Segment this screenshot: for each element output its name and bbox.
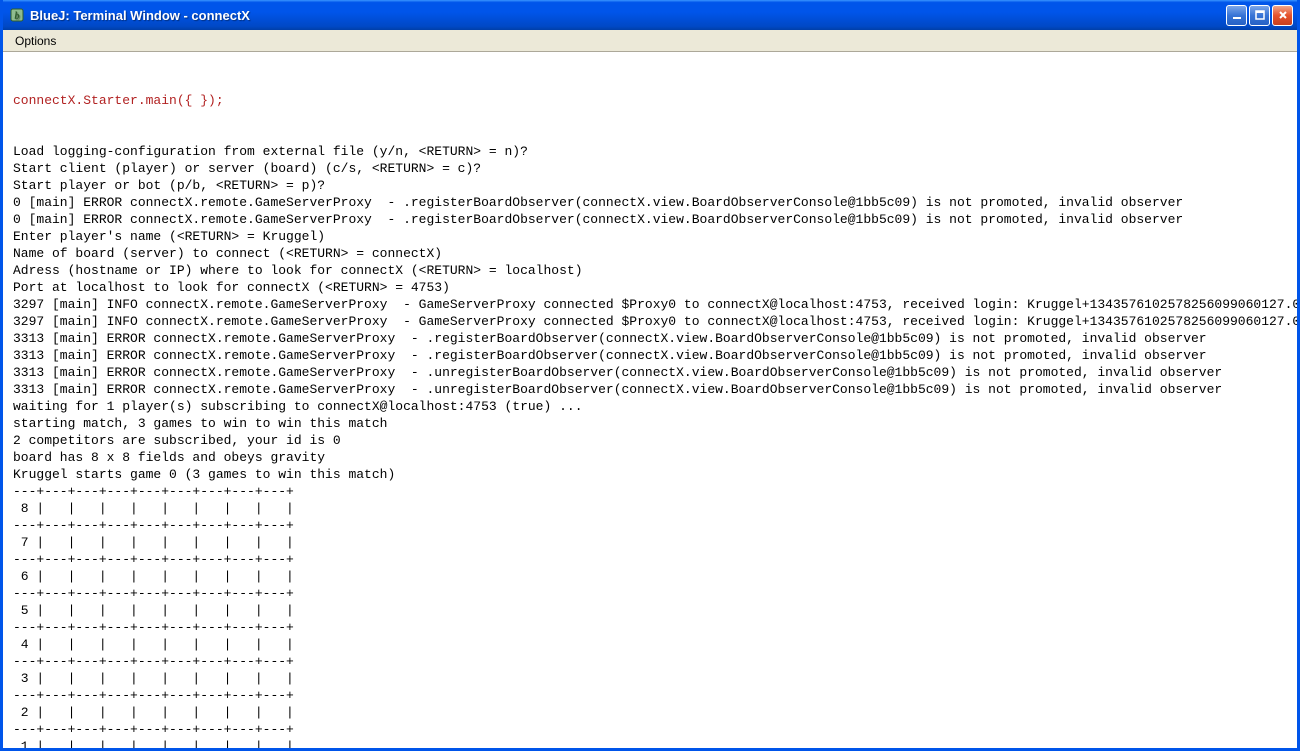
terminal-line: ---+---+---+---+---+---+---+---+---+	[13, 517, 1287, 534]
menubar: Options	[3, 30, 1297, 52]
terminal-line: starting match, 3 games to win to win th…	[13, 415, 1287, 432]
terminal-line: 8 | | | | | | | | |	[13, 500, 1287, 517]
terminal-line: Load logging-configuration from external…	[13, 143, 1287, 160]
terminal-line: 6 | | | | | | | | |	[13, 568, 1287, 585]
terminal-command: connectX.Starter.main({ });	[13, 92, 1287, 109]
terminal-line: Name of board (server) to connect (<RETU…	[13, 245, 1287, 262]
terminal-line: board has 8 x 8 fields and obeys gravity	[13, 449, 1287, 466]
terminal-line: Start client (player) or server (board) …	[13, 160, 1287, 177]
terminal-line: 2 | | | | | | | | |	[13, 704, 1287, 721]
maximize-button[interactable]	[1249, 5, 1270, 26]
terminal-line: ---+---+---+---+---+---+---+---+---+	[13, 551, 1287, 568]
terminal-line: Adress (hostname or IP) where to look fo…	[13, 262, 1287, 279]
terminal-line: Port at localhost to look for connectX (…	[13, 279, 1287, 296]
terminal-line: ---+---+---+---+---+---+---+---+---+	[13, 687, 1287, 704]
terminal-line: ---+---+---+---+---+---+---+---+---+	[13, 721, 1287, 738]
terminal-line: 3313 [main] ERROR connectX.remote.GameSe…	[13, 381, 1287, 398]
close-button[interactable]	[1272, 5, 1293, 26]
terminal-line: 3313 [main] ERROR connectX.remote.GameSe…	[13, 330, 1287, 347]
window-title: BlueJ: Terminal Window - connectX	[30, 8, 1226, 23]
terminal-line: 3313 [main] ERROR connectX.remote.GameSe…	[13, 364, 1287, 381]
terminal-line: 2 competitors are subscribed, your id is…	[13, 432, 1287, 449]
terminal-line: waiting for 1 player(s) subscribing to c…	[13, 398, 1287, 415]
terminal-line: 1 | | | | | | | | |	[13, 738, 1287, 748]
terminal-line: 3297 [main] INFO connectX.remote.GameSer…	[13, 313, 1287, 330]
terminal-line: 0 [main] ERROR connectX.remote.GameServe…	[13, 211, 1287, 228]
terminal-output[interactable]: connectX.Starter.main({ }); Load logging…	[3, 52, 1297, 748]
terminal-line: 7 | | | | | | | | |	[13, 534, 1287, 551]
terminal-line: ---+---+---+---+---+---+---+---+---+	[13, 483, 1287, 500]
app-icon: b	[9, 7, 25, 23]
svg-text:b: b	[15, 11, 20, 22]
app-window: b BlueJ: Terminal Window - connectX Opti…	[0, 0, 1300, 751]
terminal-line: 0 [main] ERROR connectX.remote.GameServe…	[13, 194, 1287, 211]
terminal-line: 3313 [main] ERROR connectX.remote.GameSe…	[13, 347, 1287, 364]
terminal-line: 5 | | | | | | | | |	[13, 602, 1287, 619]
terminal-lines: Load logging-configuration from external…	[13, 143, 1287, 748]
titlebar[interactable]: b BlueJ: Terminal Window - connectX	[3, 0, 1297, 30]
terminal-line: Kruggel starts game 0 (3 games to win th…	[13, 466, 1287, 483]
terminal-line: 3 | | | | | | | | |	[13, 670, 1287, 687]
menu-options[interactable]: Options	[9, 32, 62, 50]
window-controls	[1226, 5, 1293, 26]
terminal-line: ---+---+---+---+---+---+---+---+---+	[13, 585, 1287, 602]
minimize-button[interactable]	[1226, 5, 1247, 26]
terminal-line: Enter player's name (<RETURN> = Kruggel)	[13, 228, 1287, 245]
terminal-line: ---+---+---+---+---+---+---+---+---+	[13, 619, 1287, 636]
terminal-line: ---+---+---+---+---+---+---+---+---+	[13, 653, 1287, 670]
terminal-line: Start player or bot (p/b, <RETURN> = p)?	[13, 177, 1287, 194]
terminal-line: 4 | | | | | | | | |	[13, 636, 1287, 653]
terminal-line: 3297 [main] INFO connectX.remote.GameSer…	[13, 296, 1287, 313]
